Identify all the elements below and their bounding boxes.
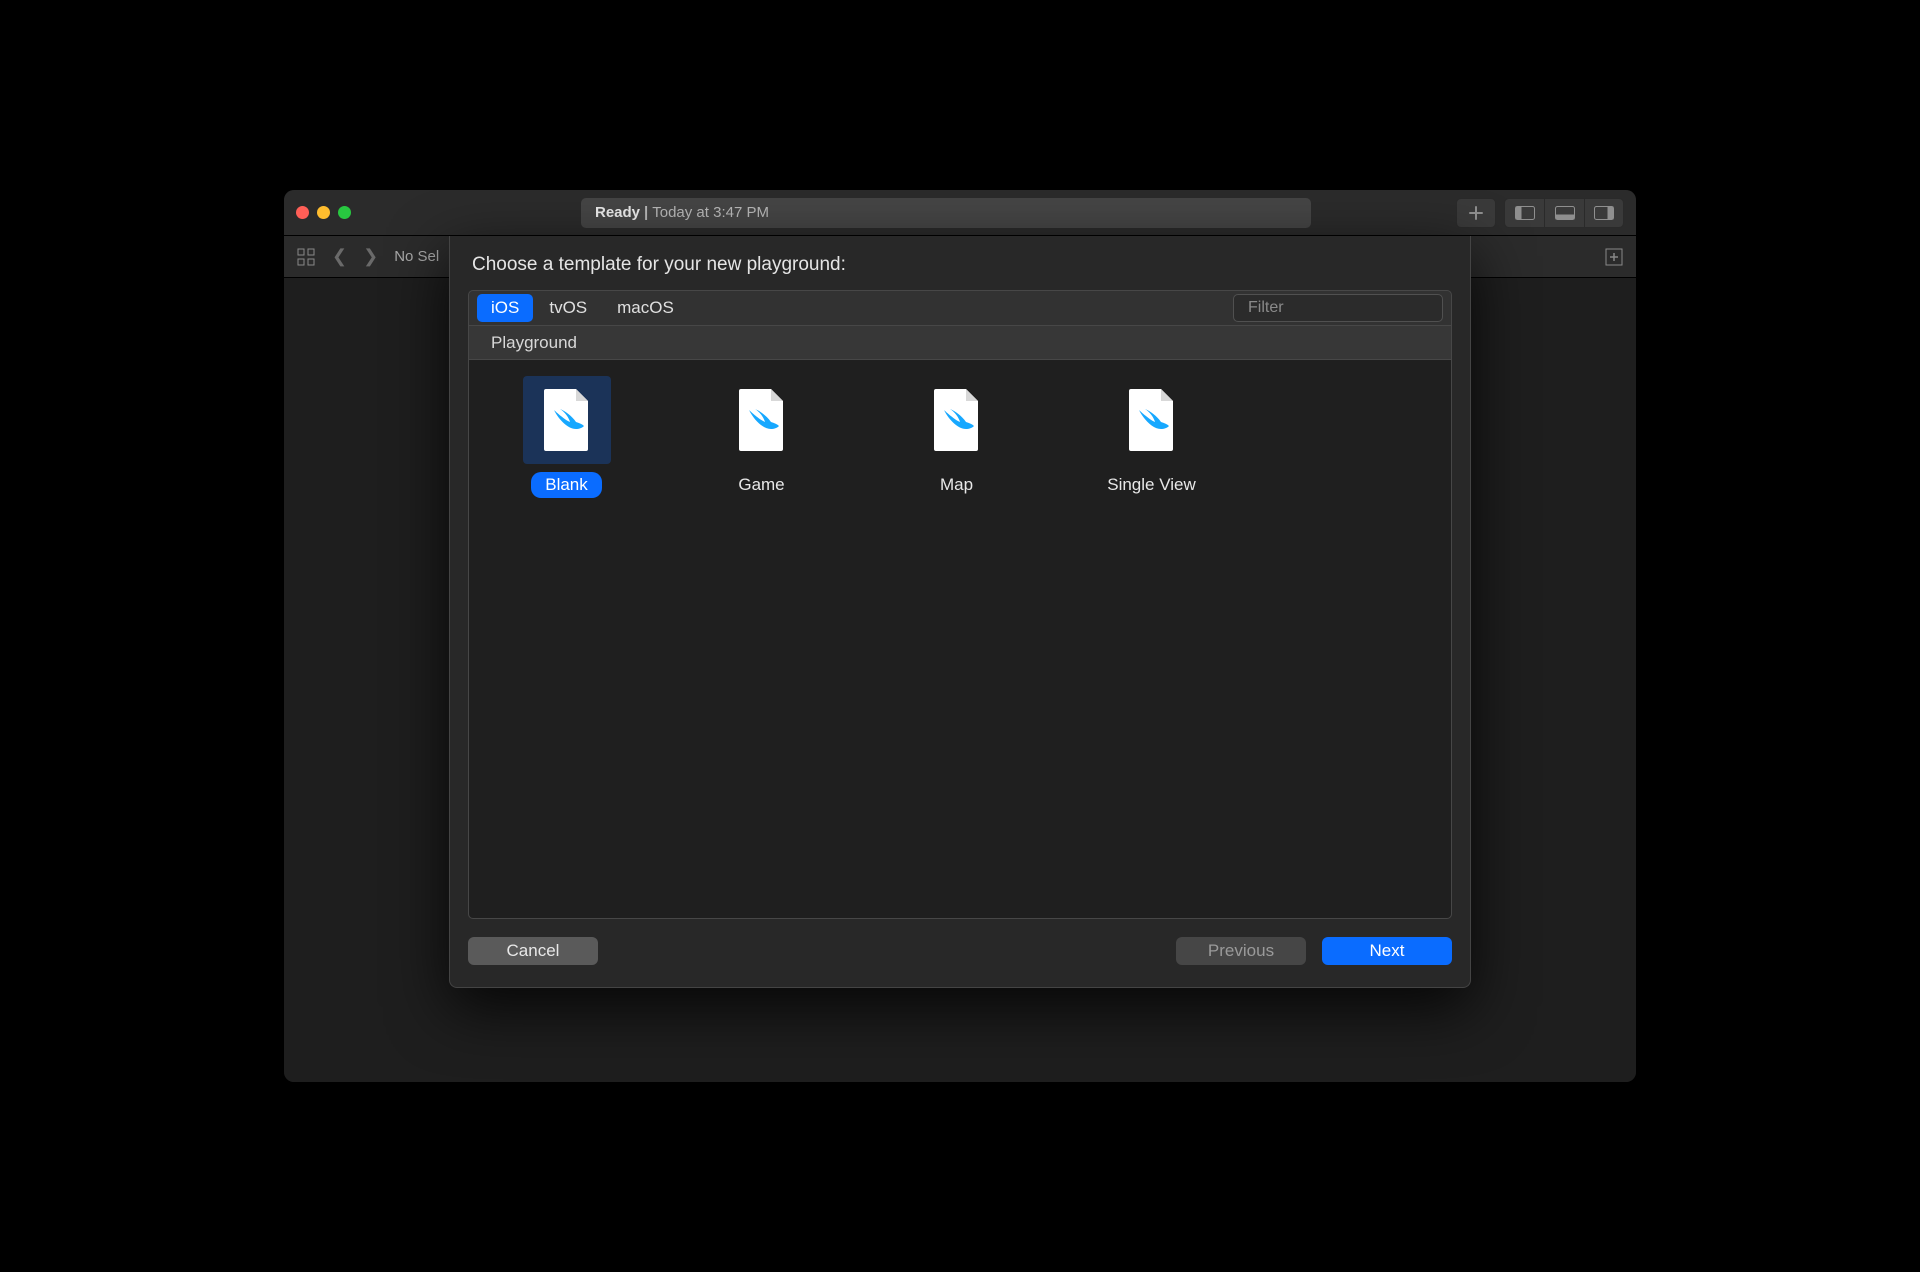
window-zoom-button[interactable] [338, 206, 351, 219]
dialog-title: Choose a template for your new playgroun… [472, 254, 1452, 276]
status-time-label: Today at 3:47 PM [652, 204, 769, 221]
template-game-label: Game [724, 472, 798, 498]
template-blank-label: Blank [531, 472, 602, 498]
template-map-icon [913, 376, 1001, 464]
cancel-button[interactable]: Cancel [468, 937, 598, 965]
add-button[interactable] [1456, 198, 1496, 228]
template-map[interactable]: Map [869, 372, 1044, 906]
template-game[interactable]: Game [674, 372, 849, 906]
template-single-view-icon [1108, 376, 1196, 464]
playground-file-icon [739, 389, 785, 451]
panel-toggle-group [1504, 198, 1624, 228]
traffic-lights [296, 206, 351, 219]
nav-back-button[interactable]: ❮ [328, 246, 351, 267]
tab-ios[interactable]: iOS [477, 294, 533, 322]
plus-icon [1468, 205, 1484, 221]
template-single-view[interactable]: Single View [1064, 372, 1239, 906]
template-single-view-label: Single View [1093, 472, 1210, 498]
previous-button[interactable]: Previous [1176, 937, 1306, 965]
bottom-panel-icon [1555, 206, 1575, 220]
right-panel-icon [1594, 206, 1614, 220]
platform-tabs: iOS tvOS macOS [468, 290, 1452, 326]
playground-file-icon [544, 389, 590, 451]
section-playground: Playground [468, 326, 1452, 360]
template-blank-icon [523, 376, 611, 464]
status-ready-label: Ready [595, 204, 640, 221]
playground-file-icon [934, 389, 980, 451]
xcode-window: Ready | Today at 3:47 PM ❮ ❯ No Sel [284, 190, 1636, 1082]
templates-grid: Blank Game [468, 360, 1452, 919]
tab-macos[interactable]: macOS [603, 294, 688, 322]
new-playground-dialog: Choose a template for your new playgroun… [449, 236, 1471, 988]
next-button[interactable]: Next [1322, 937, 1452, 965]
nav-forward-button[interactable]: ❯ [359, 246, 382, 267]
left-panel-icon [1515, 206, 1535, 220]
filter-input[interactable] [1248, 299, 1455, 317]
template-blank[interactable]: Blank [479, 372, 654, 906]
template-game-icon [718, 376, 806, 464]
grid-icon [297, 248, 315, 266]
add-pane-icon [1605, 248, 1623, 266]
toggle-left-panel-button[interactable] [1504, 198, 1544, 228]
tab-tvos[interactable]: tvOS [535, 294, 601, 322]
related-items-button[interactable] [292, 243, 320, 271]
add-editor-button[interactable] [1600, 243, 1628, 271]
window-minimize-button[interactable] [317, 206, 330, 219]
titlebar: Ready | Today at 3:47 PM [284, 190, 1636, 236]
status-divider: | [644, 204, 648, 221]
toggle-bottom-panel-button[interactable] [1544, 198, 1584, 228]
status-bar: Ready | Today at 3:47 PM [581, 198, 1311, 228]
filter-field[interactable] [1233, 294, 1443, 322]
playground-file-icon [1129, 389, 1175, 451]
dialog-footer: Cancel Previous Next [468, 919, 1452, 969]
template-map-label: Map [926, 472, 987, 498]
window-close-button[interactable] [296, 206, 309, 219]
no-selection-label: No Sel [394, 248, 439, 265]
toggle-right-panel-button[interactable] [1584, 198, 1624, 228]
